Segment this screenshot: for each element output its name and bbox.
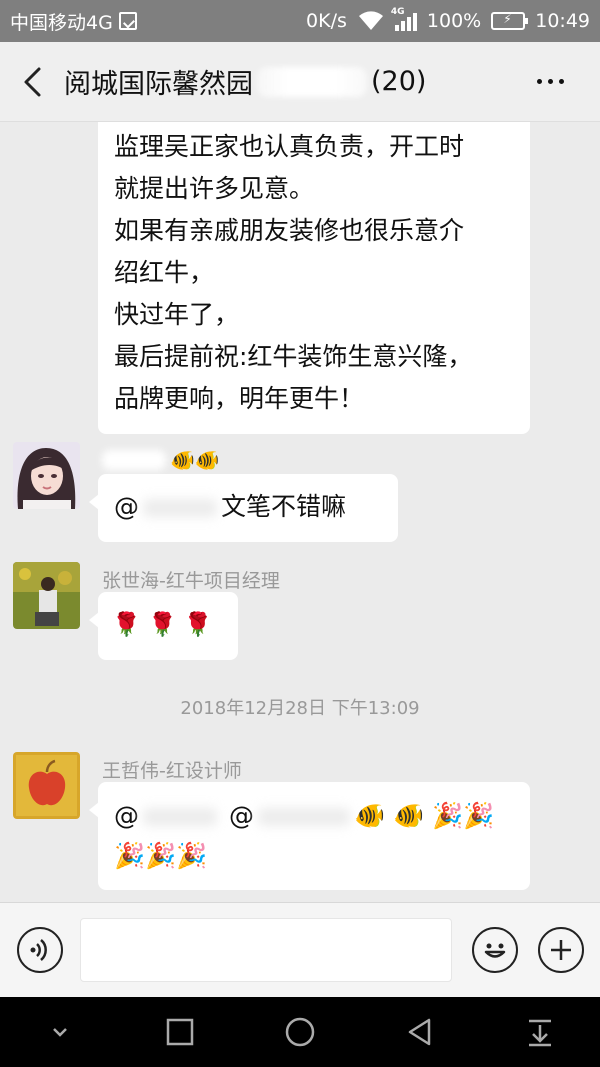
message-list[interactable]: 监理吴正家也认真负责，开工时 就提出许多见意。 如果有亲戚朋友装修也很乐意介 绍… [0,122,600,902]
image-notification-icon [118,12,137,30]
blurred-mention [253,804,354,830]
message-input[interactable] [80,918,452,982]
emoji-line: 🎉🎉🎉 [114,841,208,870]
message-bubble[interactable]: 🌹 🌹 🌹 [89,592,238,660]
chat-title: 阅城国际馨然园 (20) [64,62,426,101]
avatar-apple-image [13,752,80,819]
message-timestamp: 2018年12月28日 下午13:09 [180,698,420,719]
message-line: 如果有亲戚朋友装修也很乐意介 [114,216,465,245]
message-bubble[interactable]: @ @ 🐠 🐠 🎉🎉 🎉🎉🎉 [89,782,530,890]
battery-icon [491,12,529,30]
chevron-down-icon[interactable] [45,1017,75,1047]
sender-name: 王哲伟-红设计师 [102,760,242,782]
avatar[interactable] [13,752,80,819]
network-type-tag: 4G [390,7,405,17]
more-button[interactable] [500,42,600,122]
voice-button[interactable] [17,927,63,973]
mention-at: @ [228,801,254,830]
mention-at: @ [114,801,139,830]
back-button[interactable] [0,42,64,122]
back-triangle-icon[interactable] [405,1017,435,1047]
message-bubble-long[interactable]: 监理吴正家也认真负责，开工时 就提出许多见意。 如果有亲戚朋友装修也很乐意介 绍… [98,122,530,434]
group-name: 阅城国际馨然园 [64,69,253,100]
emoji-text: 🐠 🐠 🎉🎉 [353,801,495,830]
avatar[interactable] [13,442,80,509]
input-bar [0,902,600,997]
sender-name: 🐠🐠 [102,448,220,472]
recent-apps-icon[interactable] [165,1017,195,1047]
add-icon [551,940,571,960]
system-navigation-bar [0,997,600,1067]
avatar-girl-image [13,442,80,509]
clock: 10:49 [535,10,590,32]
message-text: 🌹 🌹 🌹 [112,612,213,638]
sender-emoji: 🐠🐠 [170,448,220,472]
network-speed: 0K/s [306,10,347,32]
emoji-icon [484,943,506,958]
add-button[interactable] [538,927,584,973]
message-line: 监理吴正家也认真负责，开工时 [114,132,465,161]
mention-at: @ [114,492,139,521]
signal-icon: 4G [391,7,417,31]
member-count: (20) [371,66,427,97]
status-bar: 中国移动4G 0K/s 4G 100% 10:49 [0,0,600,42]
message-bubble[interactable]: @ 文笔不错嘛 [89,474,398,542]
more-icon [536,79,542,84]
message-line: 快过年了， [114,300,240,329]
wifi-icon [358,11,383,30]
blurred-name [257,66,367,97]
blurred-sender [102,450,166,470]
avatar-man-image [13,562,80,629]
notification-pull-icon[interactable] [525,1017,555,1047]
message-line: @ @ 🐠 🐠 🎉🎉 [114,796,514,836]
voice-icon [30,939,47,961]
message-line: 就提出许多见意。 [114,174,315,203]
sender-name: 张世海-红牛项目经理 [102,570,280,592]
blurred-mention [139,495,221,521]
avatar[interactable] [13,562,80,629]
carrier-label: 中国移动4G [10,11,113,34]
message-text: 文笔不错嘛 [221,492,347,521]
blurred-mention [139,804,221,830]
emoji-button[interactable] [472,927,518,973]
back-arrow-icon [24,67,41,96]
message-line: 最后提前祝:红牛装饰生意兴隆， [114,342,473,371]
message-line: 品牌更响，明年更牛！ [114,384,365,413]
message-line: 绍红牛， [114,258,215,287]
home-icon[interactable] [285,1017,315,1047]
chat-header: 阅城国际馨然园 (20) [0,42,600,122]
battery-percent: 100% [426,10,482,32]
